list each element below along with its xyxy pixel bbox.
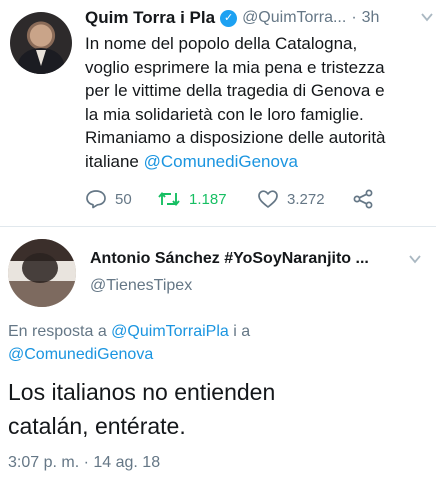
avatar-figure: [22, 253, 58, 283]
like-count: 3.272: [287, 190, 325, 208]
mention-link[interactable]: @ComunediGenova: [8, 346, 153, 363]
separator-dot: ·: [351, 9, 357, 26]
like-button[interactable]: 3.272: [257, 189, 352, 209]
heart-icon: [258, 190, 278, 208]
reply-button[interactable]: 50: [85, 189, 157, 209]
avatar[interactable]: [8, 239, 76, 307]
verified-badge-icon: ✓: [220, 9, 238, 27]
tweet-text-line-last: italiane @ComunediGenova: [85, 150, 430, 174]
mention-link[interactable]: @QuimTorraiPla: [111, 323, 229, 340]
tweet-text-segment: italiane: [85, 151, 144, 171]
tweet-text-line: la mia solidarietà con le loro famiglie.: [85, 104, 364, 124]
author-name[interactable]: Quim Torra i Pla: [85, 8, 215, 28]
reply-text-line: Los italianos no entienden: [8, 379, 276, 405]
avatar[interactable]: [10, 12, 72, 74]
reply-author-name[interactable]: Antonio Sánchez #YoSoyNaranjito ...: [90, 250, 369, 268]
retweet-button[interactable]: 1.187: [157, 189, 257, 209]
mention-link[interactable]: @ComunediGenova: [144, 152, 298, 171]
tweet-text-line: In nome del popolo della Catalogna,: [85, 34, 358, 53]
tweet-text-line: Rimaniamo a disposizione delle autorità: [85, 128, 386, 147]
tweet-text-line: voglio esprimere la mia pena e tristezza: [85, 57, 385, 77]
retweet-count: 1.187: [189, 190, 227, 208]
retweet-icon: [158, 192, 180, 206]
reply-timestamp[interactable]: 3:07 p. m. · 14 ag. 18: [8, 454, 160, 472]
tweet-text: In nome del popolo della Catalogna, vogl…: [85, 32, 430, 173]
reply-joiner: i a: [228, 323, 251, 340]
tweet-divider: [0, 226, 436, 227]
chevron-down-icon[interactable]: [420, 10, 434, 24]
avatar-band: [8, 281, 76, 307]
share-button[interactable]: [352, 189, 374, 209]
reply-prefix: En resposta a: [8, 323, 112, 340]
in-reply-to: En resposta a @QuimTorraiPla i a @Comune…: [8, 320, 428, 366]
reply-count: 50: [115, 190, 132, 208]
share-icon: [353, 189, 373, 209]
tweet-actions: 50 1.187 3.272: [85, 188, 374, 210]
tweet-time[interactable]: 3h: [362, 9, 380, 27]
reply-author-handle[interactable]: @TienesTipex: [90, 277, 192, 295]
reply-icon: [86, 190, 106, 209]
tweet-text-line: per le vittime della tragedia di Genova …: [85, 81, 385, 100]
reply-text-line: catalán, entérate.: [8, 413, 186, 439]
reply-text: Los italianos no entienden catalán, enté…: [8, 375, 428, 443]
tweet-header: Quim Torra i Pla ✓ @QuimTorra... · 3h: [85, 6, 430, 30]
chevron-down-icon[interactable]: [408, 252, 422, 266]
author-handle[interactable]: @QuimTorra...: [242, 9, 346, 27]
original-tweet: Quim Torra i Pla ✓ @QuimTorra... · 3h In…: [0, 0, 436, 226]
